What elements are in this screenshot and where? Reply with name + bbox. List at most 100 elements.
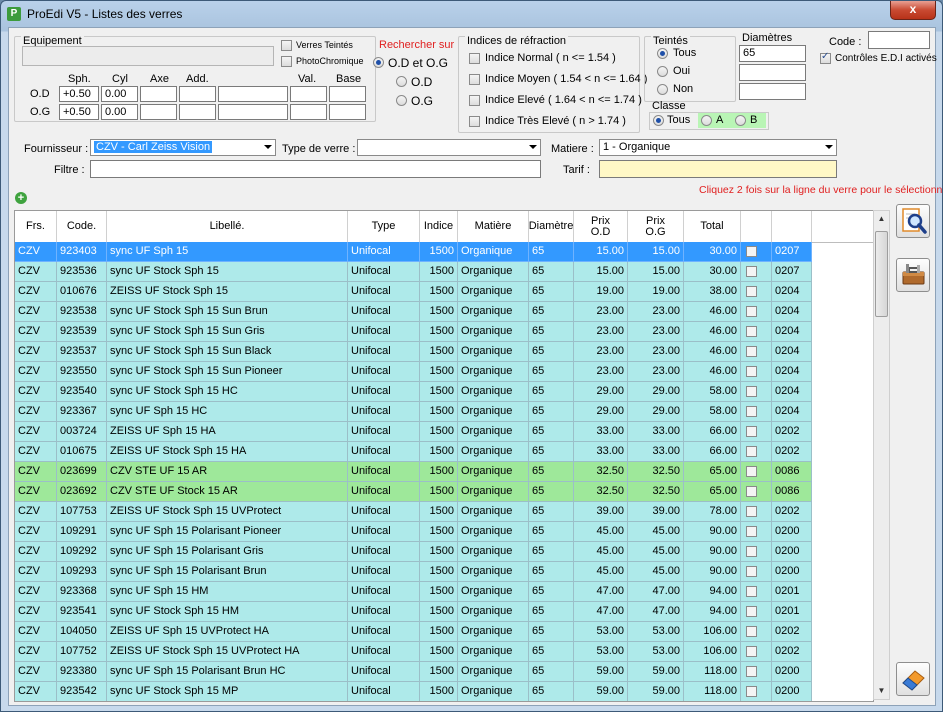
column-header-diametre[interactable]: Diamètre	[529, 211, 574, 242]
teintes-oui-radio[interactable]	[657, 66, 668, 77]
vertical-scrollbar[interactable]: ▲ ▼	[873, 210, 890, 700]
column-header-prix-od[interactable]: Prix O.D	[574, 211, 628, 242]
column-header-indice[interactable]: Indice	[420, 211, 458, 242]
classe-a-radio[interactable]	[701, 115, 712, 126]
row-select-checkbox[interactable]	[746, 346, 757, 357]
recherche-od-og-radio[interactable]	[373, 57, 384, 68]
column-header-frs[interactable]: Frs.	[15, 211, 57, 242]
cell-select[interactable]	[741, 422, 772, 442]
indice-moyen-checkbox[interactable]	[469, 74, 480, 85]
type-verre-combo[interactable]	[357, 139, 541, 156]
column-header-total[interactable]: Total	[684, 211, 741, 242]
row-select-checkbox[interactable]	[746, 606, 757, 617]
scroll-thumb[interactable]	[875, 231, 888, 317]
row-select-checkbox[interactable]	[746, 406, 757, 417]
eraser-button[interactable]	[896, 662, 930, 696]
cell-select[interactable]	[741, 482, 772, 502]
row-select-checkbox[interactable]	[746, 586, 757, 597]
code-field[interactable]	[868, 31, 930, 49]
od-extra-field[interactable]	[218, 86, 288, 102]
cell-select[interactable]	[741, 282, 772, 302]
classe-b-radio[interactable]	[735, 115, 746, 126]
row-select-checkbox[interactable]	[746, 566, 757, 577]
table-row[interactable]: CZV 109293 sync UF Sph 15 Polarisant Brun U…	[15, 562, 873, 582]
table-row[interactable]: CZV 109291 sync UF Sph 15 Polarisant Pione…	[15, 522, 873, 542]
cell-select[interactable]	[741, 682, 772, 701]
cell-select[interactable]	[741, 382, 772, 402]
table-row[interactable]: CZV 923368 sync UF Sph 15 HM Unifocal 1500 Or…	[15, 582, 873, 602]
controles-edi-checkbox[interactable]	[820, 51, 831, 64]
fournisseur-combo[interactable]: CZV - Carl Zeiss Vision	[90, 139, 276, 156]
recherche-og-radio[interactable]	[396, 95, 407, 106]
row-select-checkbox[interactable]	[746, 266, 757, 277]
table-row[interactable]: CZV 923367 sync UF Sph 15 HC Unifocal 1500 Or…	[15, 402, 873, 422]
tarif-field[interactable]	[599, 160, 837, 178]
row-select-checkbox[interactable]	[746, 526, 757, 537]
cell-select[interactable]	[741, 562, 772, 582]
og-cyl-field[interactable]: 0.00	[101, 104, 138, 120]
cell-select[interactable]	[741, 602, 772, 622]
table-row[interactable]: CZV 923540 sync UF Stock Sph 15 HC Unifocal…	[15, 382, 873, 402]
table-row[interactable]: CZV 923536 sync UF Stock Sph 15 Unifocal 150…	[15, 262, 873, 282]
title-bar[interactable]: P ProEdi V5 - Listes des verres x	[1, 1, 942, 27]
row-select-checkbox[interactable]	[746, 446, 757, 457]
table-row[interactable]: CZV 003724 ZEISS UF Sph 15 HA Unifocal 1500 O…	[15, 422, 873, 442]
table-row[interactable]: CZV 923541 sync UF Stock Sph 15 HM Unifocal…	[15, 602, 873, 622]
column-header-code[interactable]: Code.	[57, 211, 107, 242]
og-extra-field[interactable]	[218, 104, 288, 120]
table-row[interactable]: CZV 923538 sync UF Stock Sph 15 Sun Brun Un…	[15, 302, 873, 322]
row-select-checkbox[interactable]	[746, 466, 757, 477]
table-row[interactable]: CZV 107753 ZEISS UF Stock Sph 15 UVProtect…	[15, 502, 873, 522]
diametre-field-2[interactable]	[739, 64, 806, 81]
table-row[interactable]: CZV 010675 ZEISS UF Stock Sph 15 HA Unifoca…	[15, 442, 873, 462]
cell-select[interactable]	[741, 582, 772, 602]
teintes-tous-radio[interactable]	[657, 48, 668, 59]
indice-tres-eleve-checkbox[interactable]	[469, 116, 480, 127]
table-row[interactable]: CZV 923550 sync UF Stock Sph 15 Sun Pionee…	[15, 362, 873, 382]
cell-select[interactable]	[741, 242, 772, 262]
od-sph-field[interactable]: +0.50	[59, 86, 99, 102]
column-header-ref[interactable]	[772, 211, 812, 242]
row-select-checkbox[interactable]	[746, 426, 757, 437]
diametre-field-1[interactable]: 65	[739, 45, 806, 62]
cell-select[interactable]	[741, 442, 772, 462]
cell-select[interactable]	[741, 402, 772, 422]
table-row[interactable]: CZV 923403 sync UF Sph 15 Unifocal 1500 Organ…	[15, 242, 873, 262]
indice-eleve-checkbox[interactable]	[469, 95, 480, 106]
scroll-down-arrow-icon[interactable]: ▼	[874, 683, 889, 699]
cell-select[interactable]	[741, 262, 772, 282]
od-cyl-field[interactable]: 0.00	[101, 86, 138, 102]
table-row[interactable]: CZV 010676 ZEISS UF Stock Sph 15 Unifocal 15…	[15, 282, 873, 302]
cell-select[interactable]	[741, 542, 772, 562]
og-axe-field[interactable]	[140, 104, 177, 120]
row-select-checkbox[interactable]	[746, 626, 757, 637]
row-select-checkbox[interactable]	[746, 666, 757, 677]
column-header-type[interactable]: Type	[348, 211, 420, 242]
row-select-checkbox[interactable]	[746, 306, 757, 317]
table-row[interactable]: CZV 923537 sync UF Stock Sph 15 Sun Black U…	[15, 342, 873, 362]
diametre-field-3[interactable]	[739, 83, 806, 100]
classe-tous-radio[interactable]	[653, 115, 664, 126]
table-row[interactable]: CZV 923380 sync UF Sph 15 Polarisant Brun …	[15, 662, 873, 682]
cell-select[interactable]	[741, 502, 772, 522]
cell-select[interactable]	[741, 322, 772, 342]
row-select-checkbox[interactable]	[746, 506, 757, 517]
og-base-field[interactable]	[329, 104, 366, 120]
indice-normal-checkbox[interactable]	[469, 53, 480, 64]
teintes-non-radio[interactable]	[657, 84, 668, 95]
row-select-checkbox[interactable]	[746, 326, 757, 337]
row-select-checkbox[interactable]	[746, 646, 757, 657]
og-sph-field[interactable]: +0.50	[59, 104, 99, 120]
close-button[interactable]: x	[890, 1, 936, 20]
verres-teintes-checkbox[interactable]	[281, 40, 292, 51]
scroll-up-arrow-icon[interactable]: ▲	[874, 211, 889, 227]
column-header-libelle[interactable]: Libellé.	[107, 211, 348, 242]
photochromique-checkbox[interactable]	[281, 56, 292, 67]
cell-select[interactable]	[741, 622, 772, 642]
table-row[interactable]: CZV 923542 sync UF Stock Sph 15 MP Unifocal…	[15, 682, 873, 701]
od-axe-field[interactable]	[140, 86, 177, 102]
cell-select[interactable]	[741, 662, 772, 682]
column-header-matiere[interactable]: Matière	[458, 211, 529, 242]
row-select-checkbox[interactable]	[746, 366, 757, 377]
column-header-prix-og[interactable]: Prix O.G	[628, 211, 684, 242]
